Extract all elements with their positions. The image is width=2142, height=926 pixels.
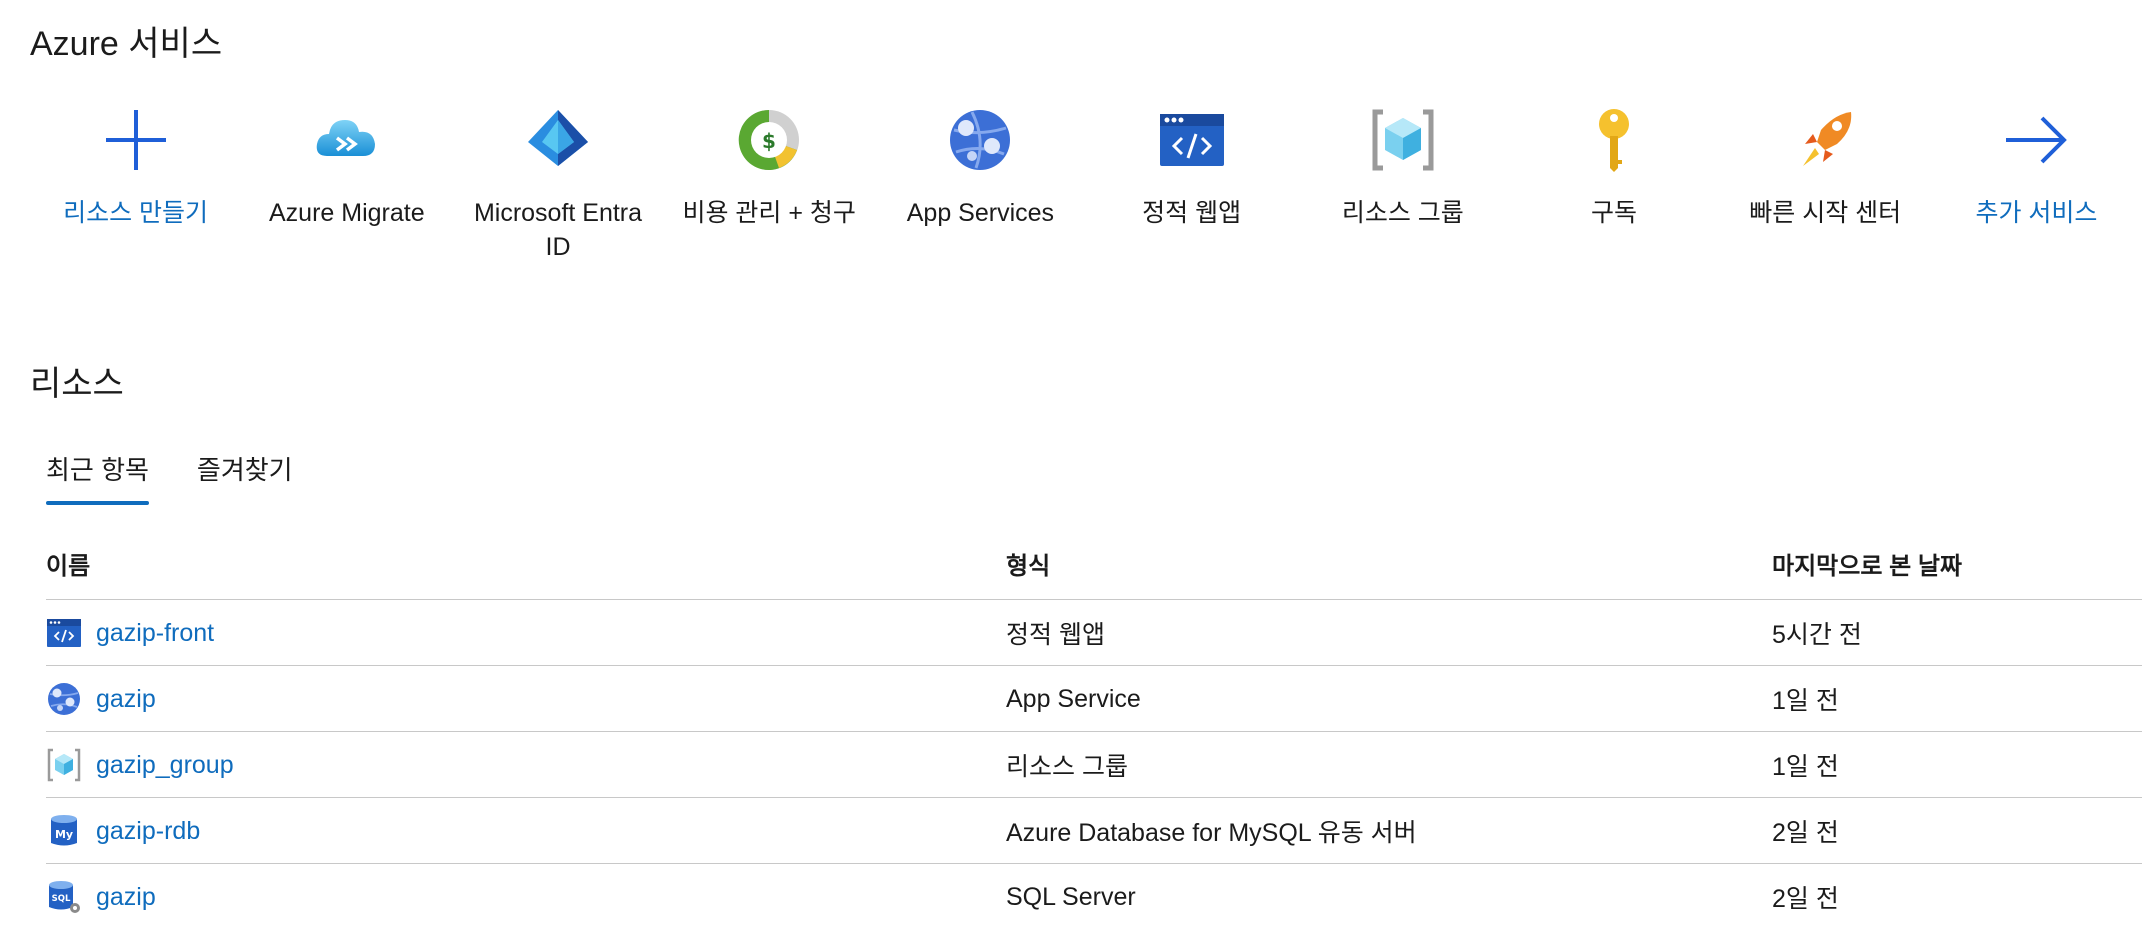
last-viewed-cell: 2일 전: [1772, 885, 1839, 913]
resource-link[interactable]: gazip-front: [96, 619, 214, 648]
recent-resources-table: 이름 형식 마지막으로 본 날짜 gazip-front 정적 웹앱 5시간 전…: [46, 534, 2142, 926]
service-label: 추가 서비스: [1975, 199, 2098, 227]
last-viewed-cell: 1일 전: [1772, 687, 1839, 715]
type-cell: SQL Server: [1006, 882, 1136, 911]
service-tile-cost-management[interactable]: $ 비용 관리 + 청구: [664, 104, 875, 274]
table-row: My gazip-rdb Azure Database for MySQL 유동…: [46, 798, 2142, 864]
table-row: SQL gazip SQL Server 2일 전: [46, 864, 2142, 926]
type-cell: Azure Database for MySQL 유동 서버: [1006, 819, 1417, 847]
service-label: 리소스 만들기: [63, 199, 209, 227]
svg-text:$: $: [762, 129, 776, 153]
type-cell: 정적 웹앱: [1006, 621, 1105, 649]
resource-link[interactable]: gazip-rdb: [96, 817, 200, 846]
name-cell: SQL gazip: [46, 864, 156, 926]
column-header-last-viewed[interactable]: 마지막으로 본 날짜: [1772, 530, 1962, 596]
service-label: Microsoft Entra ID: [473, 199, 643, 261]
column-header-name[interactable]: 이름: [46, 530, 90, 596]
last-viewed-cell: 1일 전: [1772, 753, 1839, 781]
service-tile-subscription[interactable]: 구독: [1508, 104, 1719, 274]
table-header-row: 이름 형식 마지막으로 본 날짜: [46, 534, 2142, 600]
last-viewed-cell: 2일 전: [1772, 819, 1839, 847]
arrow-right-icon: [2000, 104, 2072, 176]
static-web-app-icon: [46, 615, 82, 651]
table-row: gazip-front 정적 웹앱 5시간 전: [46, 600, 2142, 666]
last-viewed-cell: 5시간 전: [1772, 621, 1862, 649]
azure-migrate-icon: [311, 104, 383, 176]
static-web-app-icon: [1156, 104, 1228, 176]
subscription-key-icon: [1578, 104, 1650, 176]
app-services-icon: [944, 104, 1016, 176]
service-label: 정적 웹앱: [1142, 199, 1242, 227]
service-tile-more-services[interactable]: 추가 서비스: [1931, 104, 2142, 274]
service-tile-resource-group[interactable]: 리소스 그룹: [1297, 104, 1508, 274]
name-cell: gazip_group: [46, 732, 234, 798]
resources-title: 리소스: [30, 365, 124, 403]
service-tile-quickstart-center[interactable]: 빠른 시작 센터: [1720, 104, 1931, 274]
plus-icon: [100, 104, 172, 176]
service-label: 리소스 그룹: [1341, 199, 1464, 227]
resource-link[interactable]: gazip_group: [96, 751, 234, 780]
resource-tabs: 최근 항목 즐겨찾기: [46, 450, 293, 505]
resource-link[interactable]: gazip: [96, 883, 156, 912]
quickstart-rocket-icon: [1789, 104, 1861, 176]
sql-icon-text: SQL: [52, 894, 71, 904]
table-row: gazip App Service 1일 전: [46, 666, 2142, 732]
mysql-database-icon: My: [46, 813, 82, 849]
column-header-type[interactable]: 형식: [1006, 530, 1050, 596]
service-label: 비용 관리 + 청구: [682, 199, 856, 227]
sql-server-icon: SQL: [46, 879, 82, 915]
service-tile-azure-migrate[interactable]: Azure Migrate: [241, 104, 452, 274]
service-label: 구독: [1591, 199, 1638, 227]
tab-recent[interactable]: 최근 항목: [46, 450, 149, 505]
service-label: Azure Migrate: [268, 199, 425, 227]
service-label: 빠른 시작 센터: [1749, 199, 1902, 227]
service-tile-microsoft-entra-id[interactable]: Microsoft Entra ID: [452, 104, 663, 274]
microsoft-entra-id-icon: [522, 104, 594, 176]
mysql-icon-text: My: [55, 828, 73, 841]
type-cell: App Service: [1006, 684, 1141, 713]
resource-group-icon: [46, 747, 82, 783]
service-tile-app-services[interactable]: App Services: [875, 104, 1086, 274]
azure-home-page: Azure 서비스 리소스 만들기 Azure Migrate Microsof…: [0, 0, 2142, 926]
service-tile-static-web-app[interactable]: 정적 웹앱: [1086, 104, 1297, 274]
name-cell: gazip-front: [46, 600, 214, 666]
resource-group-icon: [1367, 104, 1439, 176]
name-cell: gazip: [46, 666, 156, 732]
app-services-icon: [46, 681, 82, 717]
service-label: App Services: [906, 199, 1055, 227]
table-row: gazip_group 리소스 그룹 1일 전: [46, 732, 2142, 798]
service-tile-create-resource[interactable]: 리소스 만들기: [30, 104, 241, 274]
type-cell: 리소스 그룹: [1006, 753, 1128, 781]
services-row: 리소스 만들기 Azure Migrate Microsoft Entra ID…: [30, 104, 2142, 274]
name-cell: My gazip-rdb: [46, 798, 200, 864]
azure-services-title: Azure 서비스: [30, 25, 223, 63]
tab-favorites[interactable]: 즐겨찾기: [197, 450, 293, 505]
resource-link[interactable]: gazip: [96, 685, 156, 714]
cost-management-icon: $: [733, 104, 805, 176]
